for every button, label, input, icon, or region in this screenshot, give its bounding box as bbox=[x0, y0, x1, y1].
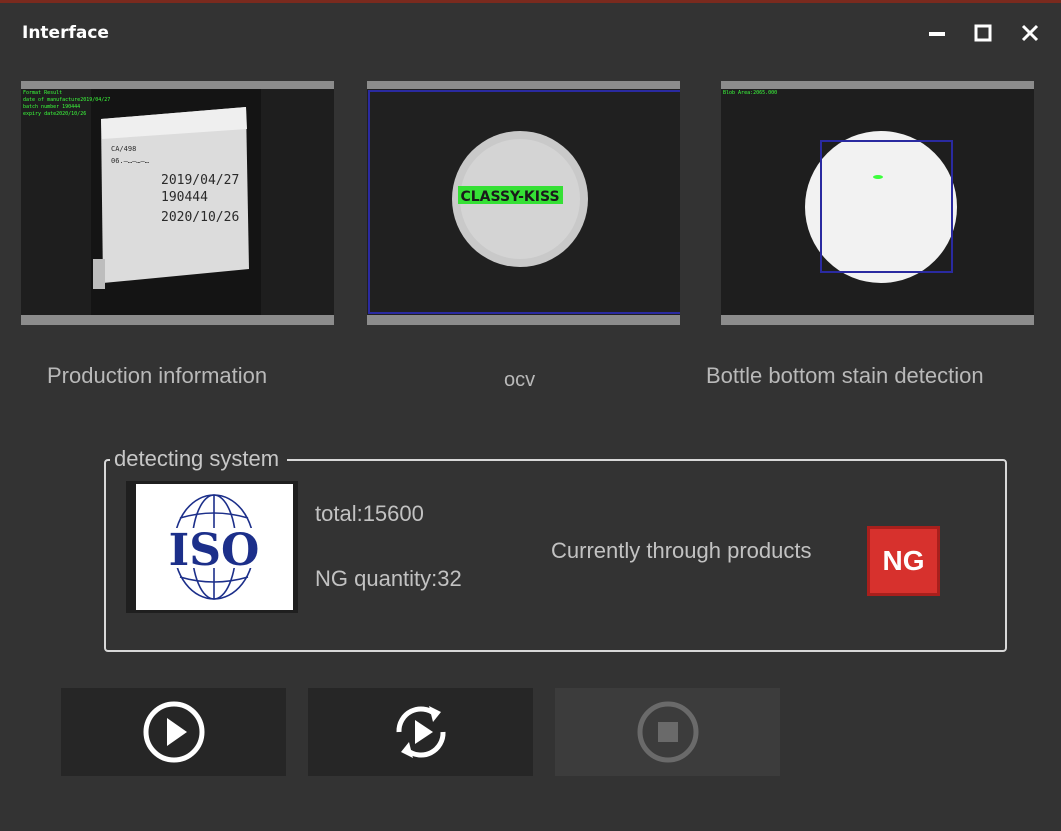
cap-image: CLASSY-KISS bbox=[367, 89, 680, 315]
total-count: total:15600 bbox=[315, 501, 424, 526]
stain-detection-image: Blob Area:2065.000 bbox=[721, 81, 1034, 325]
svg-text:06.—…—…—…: 06.—…—…—… bbox=[111, 157, 149, 165]
title-bar[interactable]: Interface bbox=[0, 3, 1061, 65]
caption-ocv: ocv bbox=[504, 369, 536, 391]
ocv-text: CLASSY-KISS bbox=[460, 189, 559, 205]
caption-production: Production information bbox=[47, 363, 268, 388]
svg-text:CA/498: CA/498 bbox=[111, 145, 136, 153]
close-icon bbox=[1021, 24, 1039, 42]
overlay-line-1: Format Result bbox=[23, 90, 62, 96]
play-icon bbox=[143, 701, 204, 763]
maximize-button[interactable] bbox=[963, 15, 1003, 51]
bottle-bottom-image: Blob Area:2065.000 bbox=[721, 89, 1034, 315]
overlay-line-3: batch number 190444 bbox=[23, 104, 80, 110]
restart-button[interactable] bbox=[308, 688, 533, 776]
ng-status-badge: NG bbox=[867, 526, 940, 596]
reload-play-icon bbox=[395, 706, 446, 758]
overlay-line-4: expiry date2020/10/26 bbox=[23, 111, 86, 117]
stop-button[interactable] bbox=[555, 688, 780, 776]
start-button[interactable] bbox=[61, 688, 286, 776]
ng-quantity: NG quantity:32 bbox=[315, 566, 462, 591]
production-info-image: Format Result date of manufacture2019/04… bbox=[21, 81, 334, 325]
label-line-expiry: 2020/10/26 bbox=[161, 210, 239, 225]
current-product-label: Currently through products bbox=[551, 538, 812, 563]
stain-detection-view: Blob Area:2065.000 bbox=[721, 89, 1034, 315]
ocv-image: CLASSY-KISS bbox=[367, 81, 680, 325]
overlay-line-2: date of manufacture2019/04/27 bbox=[23, 97, 110, 103]
ocv-view: CLASSY-KISS bbox=[367, 89, 680, 315]
minimize-button[interactable] bbox=[917, 15, 957, 51]
blob-area-text: Blob Area:2065.000 bbox=[723, 90, 777, 96]
window-title: Interface bbox=[22, 23, 109, 43]
iso-logo-frame: ISO bbox=[126, 481, 298, 613]
minimize-icon bbox=[929, 32, 945, 36]
app-window: Interface Format Result date of manufact… bbox=[0, 0, 1061, 831]
maximize-icon bbox=[974, 24, 992, 42]
label-line-batch: 190444 bbox=[161, 190, 208, 205]
iso-globe-icon: ISO bbox=[158, 494, 271, 600]
close-button[interactable] bbox=[1010, 15, 1050, 51]
label-line-date: 2019/04/27 bbox=[161, 173, 239, 188]
stop-icon bbox=[637, 701, 698, 763]
production-info-view: Format Result date of manufacture2019/04… bbox=[21, 89, 334, 315]
bottle-label-image: Format Result date of manufacture2019/04… bbox=[21, 89, 334, 315]
iso-logo-text: ISO bbox=[169, 525, 260, 576]
iso-logo: ISO bbox=[136, 484, 293, 610]
detecting-system-legend: detecting system bbox=[110, 446, 288, 472]
caption-stain: Bottle bottom stain detection bbox=[706, 363, 984, 388]
